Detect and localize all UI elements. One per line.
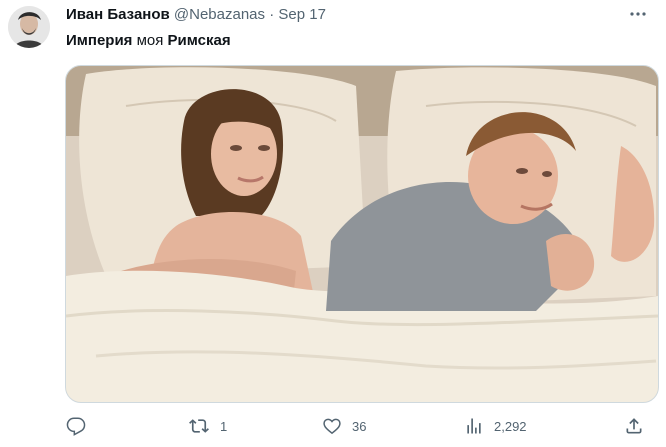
share-icon (626, 418, 642, 434)
heart-icon (323, 418, 341, 435)
views-icon (467, 418, 481, 434)
tweet-text-part-2: моя (132, 32, 168, 49)
views-button[interactable]: 2,292 (464, 414, 527, 438)
reply-button[interactable] (66, 414, 96, 438)
avatar-image (8, 6, 50, 48)
tweet-text: Империя моя Римская (66, 32, 231, 49)
author-name[interactable]: Иван Базанов (66, 6, 170, 23)
tweet-text-part-3: Римская (167, 32, 231, 49)
views-count: 2,292 (494, 418, 527, 434)
share-button[interactable] (624, 414, 644, 438)
tweet-header: Иван Базанов @Nebazanas · Sep 17 (66, 6, 650, 26)
separator-dot: · (269, 6, 275, 23)
tweet-text-part-1: Империя (66, 32, 133, 49)
reply-icon (66, 417, 86, 436)
retweet-count: 1 (220, 418, 228, 434)
like-count: 36 (352, 418, 367, 434)
retweet-icon (189, 419, 209, 433)
author-handle[interactable]: @Nebazanas (174, 6, 265, 23)
like-button[interactable]: 36 (322, 414, 366, 438)
more-dots (630, 12, 646, 16)
more-icon[interactable] (626, 4, 650, 24)
tweet-media[interactable] (65, 65, 659, 403)
avatar[interactable] (8, 6, 50, 48)
retweet-button[interactable]: 1 (188, 414, 227, 438)
action-bar: 1 36 2,292 (66, 414, 646, 438)
media-photo (66, 66, 658, 402)
tweet-date[interactable]: Sep 17 (278, 6, 326, 23)
